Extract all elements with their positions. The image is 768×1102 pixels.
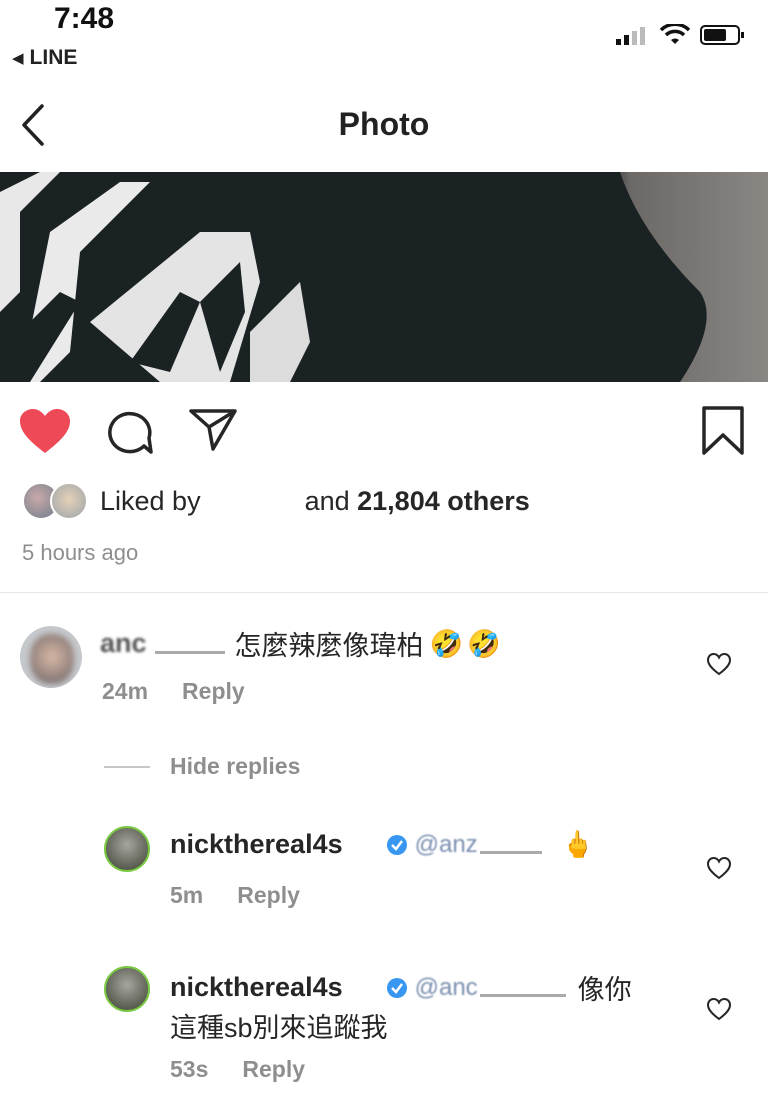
redacted-mention-bar xyxy=(479,851,542,854)
reply-body: nickthereal4s @anz 🖕 xyxy=(170,829,594,860)
comment-like-heart-icon[interactable] xyxy=(706,652,732,676)
status-time: 7:48 xyxy=(54,2,115,35)
back-to-app[interactable]: ◀ LINE xyxy=(12,46,77,70)
reply-avatar[interactable] xyxy=(104,826,150,872)
verified-badge-icon xyxy=(386,977,407,998)
reply-text-line2: 這種sb別來追蹤我 xyxy=(170,1013,388,1043)
reply-like-heart-icon[interactable] xyxy=(706,997,732,1021)
likes-count: 21,804 xyxy=(357,485,440,516)
reply-time: 5m xyxy=(170,882,204,908)
middle-finger-emoji: 🖕 xyxy=(561,829,595,859)
blurred-face xyxy=(30,634,74,684)
bookmark-icon[interactable] xyxy=(700,405,746,457)
comment-meta: 24m Reply xyxy=(102,678,245,705)
liker-avatar xyxy=(50,482,88,520)
reply-time: 53s xyxy=(170,1056,209,1082)
wifi-icon xyxy=(660,24,690,44)
commenter-avatar[interactable] xyxy=(20,626,82,688)
photo-image xyxy=(0,172,768,382)
liker-avatars xyxy=(22,482,90,520)
status-icons xyxy=(616,24,746,46)
likes-suffix-post: others xyxy=(439,485,530,516)
likes-summary[interactable]: Liked by and 21,804 others xyxy=(22,482,530,520)
reply-username[interactable]: nickthereal4s xyxy=(170,829,343,860)
reply-like-heart-icon[interactable] xyxy=(706,856,732,880)
post-timestamp: 5 hours ago xyxy=(22,540,139,565)
reply-meta: 5m Reply xyxy=(170,882,300,909)
redacted-username-bar xyxy=(154,651,225,654)
reply-meta: 53s Reply xyxy=(170,1056,305,1083)
likes-suffix-pre: and xyxy=(304,485,358,516)
comment-time: 24m xyxy=(102,678,149,704)
reply-username[interactable]: nickthereal4s xyxy=(170,972,343,1003)
redacted-mention-bar xyxy=(479,994,566,997)
reply-mention[interactable]: @anc xyxy=(415,974,478,1002)
post-photo[interactable] xyxy=(0,172,768,382)
page-title: Photo xyxy=(338,106,430,142)
replies-line xyxy=(104,766,150,768)
reply-avatar[interactable] xyxy=(104,966,150,1012)
divider xyxy=(0,592,768,593)
share-icon[interactable] xyxy=(187,405,239,453)
reply-button[interactable]: Reply xyxy=(242,1056,305,1083)
verified-badge-icon xyxy=(386,834,407,855)
reply-button[interactable]: Reply xyxy=(182,678,245,705)
comment-icon[interactable] xyxy=(104,408,154,456)
battery-icon xyxy=(700,25,744,45)
laughing-emoji: 🤣🤣 xyxy=(429,628,505,659)
reply-text-line1: 像你 xyxy=(577,975,632,1005)
hide-replies-button[interactable]: Hide replies xyxy=(170,753,300,780)
like-heart-icon[interactable] xyxy=(18,407,72,455)
back-triangle-icon: ◀ xyxy=(12,50,24,67)
back-app-label: LINE xyxy=(29,46,78,69)
comment-body: anc 怎麼辣麼像瑋柏 🤣🤣 xyxy=(100,624,505,663)
liked-by-label: Liked by xyxy=(100,485,201,516)
comment-username[interactable]: anc xyxy=(100,628,147,659)
signal-icon xyxy=(616,27,645,45)
reply-button[interactable]: Reply xyxy=(237,882,300,909)
reply-body: nickthereal4s @anc 像你 xyxy=(170,968,632,1007)
reply-mention[interactable]: @anz xyxy=(415,831,478,859)
comment-text: 怎麼辣麼像瑋柏 xyxy=(234,631,424,661)
